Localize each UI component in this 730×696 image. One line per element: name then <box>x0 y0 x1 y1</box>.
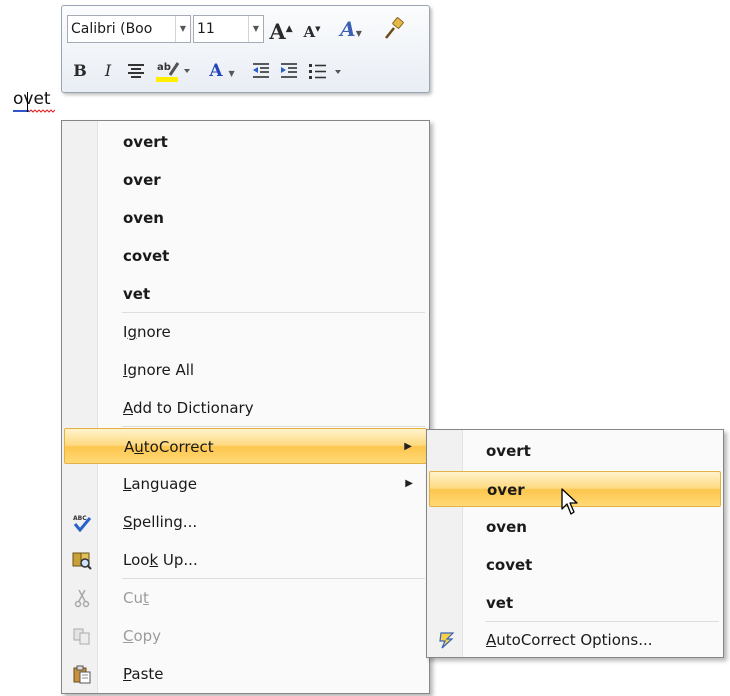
shrink-font-label: A <box>303 23 316 41</box>
language-label: Language <box>123 475 198 493</box>
shrink-font-button[interactable]: A▼ <box>300 15 324 43</box>
ignore-label: Ignore <box>123 323 171 341</box>
grow-font-label: A <box>269 19 286 44</box>
grow-font-button[interactable]: A▲ <box>268 15 294 44</box>
center-align-icon <box>128 64 144 78</box>
look-up-label: Look Up... <box>123 551 198 569</box>
bold-label: B <box>73 61 87 80</box>
format-painter-button[interactable] <box>380 15 408 43</box>
suggestion-item[interactable]: vet <box>64 276 427 312</box>
autocorrect-suggestion-label: oven <box>486 518 527 536</box>
paste-item[interactable]: Paste <box>64 656 427 692</box>
autocorrect-suggestion-label: covet <box>486 556 533 574</box>
clipboard-icon <box>73 665 91 684</box>
cut-label: Cut <box>123 589 149 607</box>
font-size-dropdown-arrow-icon[interactable]: ▼ <box>248 16 263 42</box>
menu-separator <box>122 578 425 579</box>
increase-indent-icon <box>281 63 297 78</box>
autocorrect-label: AutoCorrect <box>124 438 214 456</box>
highlight-button[interactable]: ab <box>154 57 194 85</box>
format-painter-icon <box>385 17 404 39</box>
copy-label: Copy <box>123 627 162 645</box>
font-size-value: 11 <box>197 21 215 37</box>
svg-text:ABC: ABC <box>73 515 87 522</box>
autocorrect-suggestion-item[interactable]: overt <box>429 433 721 469</box>
spelling-squiggle <box>29 109 55 113</box>
menu-separator <box>122 426 425 427</box>
font-color-button[interactable]: A ▼ <box>202 57 242 85</box>
text-cursor <box>27 92 28 112</box>
paste-label: Paste <box>123 665 164 683</box>
lightning-icon <box>439 632 455 649</box>
autocorrect-item[interactable]: AutoCorrect ▶ <box>64 428 427 464</box>
bold-button[interactable]: B <box>70 57 90 85</box>
italic-button[interactable]: I <box>98 57 118 85</box>
decrease-indent-button[interactable] <box>250 57 272 85</box>
styles-label: A <box>340 17 356 41</box>
ignore-all-item[interactable]: Ignore All <box>64 352 427 388</box>
italic-label: I <box>104 61 112 80</box>
center-align-button[interactable] <box>124 57 148 85</box>
autocorrect-options-item[interactable]: AutoCorrect Options... <box>429 622 721 658</box>
increase-indent-button[interactable] <box>278 57 300 85</box>
autocorrect-submenu: overt over oven covet vet AutoCorrect Op… <box>426 429 724 658</box>
autocorrect-options-label: AutoCorrect Options... <box>486 631 653 649</box>
suggestion-label: oven <box>123 209 164 227</box>
submenu-arrow-icon: ▶ <box>405 478 413 489</box>
suggestion-label: covet <box>123 247 170 265</box>
autocorrect-suggestion-label: vet <box>486 594 514 612</box>
menu-separator <box>122 312 425 313</box>
bullets-button[interactable] <box>306 57 346 85</box>
ignore-item[interactable]: Ignore <box>64 314 427 350</box>
highlighter-icon: ab <box>156 62 190 82</box>
context-menu: overt over oven covet vet Ignore Ignore … <box>61 120 430 694</box>
font-name-dropdown-arrow-icon[interactable]: ▼ <box>175 16 190 42</box>
abc-check-icon: ABC <box>73 515 92 532</box>
suggestion-item[interactable]: overt <box>64 124 427 160</box>
bullets-icon <box>309 64 341 79</box>
font-name-box[interactable]: Calibri (Boo ▼ <box>67 15 191 43</box>
autocorrect-suggestion-item[interactable]: covet <box>429 547 721 583</box>
suggestion-label: over <box>123 171 161 189</box>
look-up-item[interactable]: Look Up... <box>64 542 427 578</box>
submenu-arrow-icon: ▶ <box>404 441 412 452</box>
cut-item[interactable]: Cut <box>64 580 427 616</box>
suggestion-item[interactable]: covet <box>64 238 427 274</box>
copy-item[interactable]: Copy <box>64 618 427 654</box>
font-size-box[interactable]: 11 ▼ <box>193 15 264 43</box>
language-item[interactable]: Language ▶ <box>64 466 427 502</box>
font-name-value: Calibri (Boo <box>71 21 153 37</box>
misspelled-word[interactable]: ovet <box>13 89 51 109</box>
research-book-icon <box>72 552 92 570</box>
spelling-label: Spelling... <box>123 513 198 531</box>
decrease-indent-icon <box>253 63 269 78</box>
autocorrect-suggestion-label: overt <box>486 442 531 460</box>
suggestion-item[interactable]: over <box>64 162 427 198</box>
suggestion-label: overt <box>123 133 168 151</box>
mini-toolbar: Calibri (Boo ▼ 11 ▼ A▲ A▼ A▼ B I ab A ▼ <box>61 5 430 93</box>
styles-button[interactable]: A▼ <box>332 15 370 43</box>
suggestion-label: vet <box>123 285 151 303</box>
add-to-dictionary-label: Add to Dictionary <box>123 399 254 417</box>
mouse-pointer-icon <box>561 488 578 515</box>
autocorrect-suggestion-item[interactable]: vet <box>429 585 721 621</box>
scissors-icon <box>74 589 90 608</box>
add-to-dictionary-item[interactable]: Add to Dictionary <box>64 390 427 426</box>
spelling-item[interactable]: ABC Spelling... <box>64 504 427 540</box>
copy-icon <box>73 628 90 645</box>
ignore-all-label: Ignore All <box>123 361 195 379</box>
autocorrect-suggestion-label: over <box>487 481 525 499</box>
font-color-label: A <box>209 61 223 81</box>
svg-text:ab: ab <box>157 62 171 73</box>
suggestion-item[interactable]: oven <box>64 200 427 236</box>
